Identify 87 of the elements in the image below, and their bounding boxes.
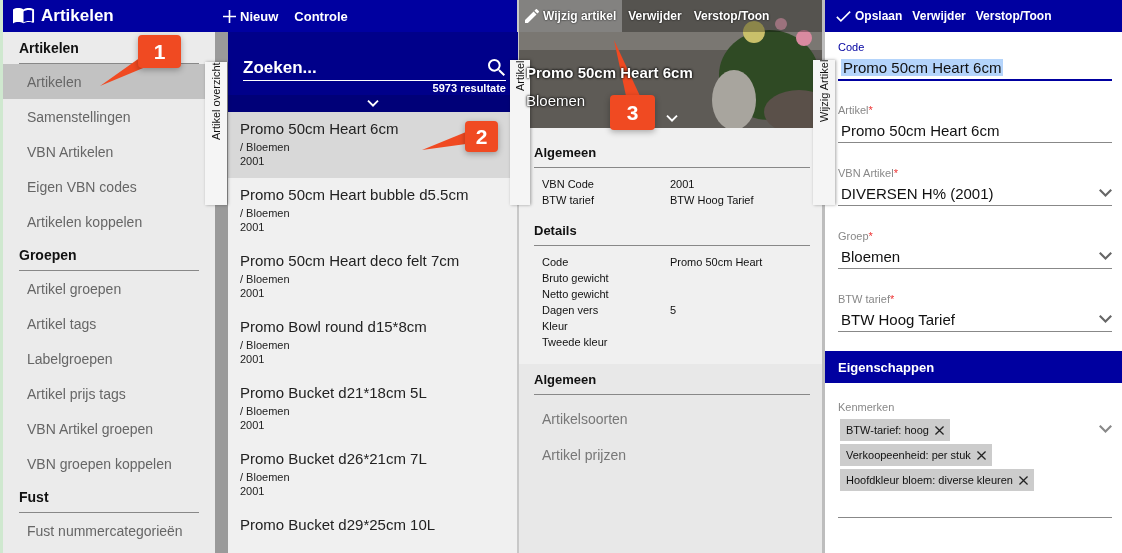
section-header: Eigenschappen	[825, 351, 1122, 383]
tag-chip[interactable]: BTW-tarief: hoog	[840, 419, 950, 441]
field-label: Kenmerken	[838, 400, 896, 414]
property-label: VBN Code	[542, 177, 595, 192]
property-value: Promo 50cm Heart	[670, 255, 764, 270]
tag-chip[interactable]: Hoofdkleur bloem: diverse kleuren	[840, 469, 1034, 491]
toolbar-button[interactable]: Wijzig artikel	[519, 0, 623, 32]
field-label: BTW tarief*	[838, 292, 896, 306]
list-item[interactable]: Promo Bucket d21*18cm 5L / Bloemen 2001	[228, 376, 510, 442]
nav-link[interactable]: Artikel prijzen	[519, 437, 822, 473]
property-label: Netto gewicht	[542, 287, 610, 302]
sidebar-item[interactable]: VBN groepen koppelen	[3, 446, 205, 481]
callout-badge: 3	[610, 95, 655, 130]
article-group: / Bloemen	[240, 272, 290, 286]
property-label: Dagen vers	[542, 303, 600, 318]
property-value: 2001	[670, 177, 696, 192]
toolbar-button[interactable]: Opslaan	[831, 9, 908, 23]
section-heading: Details	[534, 214, 810, 246]
field-label: Artikel*	[838, 103, 874, 117]
property-label: Kleur	[542, 319, 569, 334]
article-code: 2001	[240, 484, 265, 498]
sidebar-item[interactable]: Labelgroepen	[3, 341, 205, 376]
property-label: Bruto gewicht	[542, 271, 610, 286]
toolbar-button[interactable]: Controle	[294, 8, 348, 24]
list-item[interactable]: Promo Bucket d26*21cm 7L / Bloemen 2001	[228, 442, 510, 508]
toolbar-button[interactable]: Nieuw	[223, 8, 279, 24]
article-title: Promo Bucket d26*21cm 7L	[240, 450, 427, 468]
article-group: / Bloemen	[240, 338, 290, 352]
article-code: 2001	[240, 286, 265, 300]
section-heading: Algemeen	[534, 136, 810, 168]
side-tab[interactable]: Wijzig Artikel	[813, 60, 835, 205]
dropdown[interactable]: Bloemen	[838, 244, 1112, 269]
toolbar-button[interactable]: Verwijder	[907, 9, 971, 23]
article-code: 2001	[240, 154, 265, 168]
property-value: 5	[670, 303, 678, 318]
side-tab[interactable]: Artikel overzicht	[205, 62, 227, 205]
article-code: 2001	[240, 418, 265, 432]
result-count: 5973 resultate	[431, 82, 506, 94]
article-title: Promo Bucket d29*25cm 10L	[240, 516, 436, 534]
article-group: / Bloemen	[240, 470, 290, 484]
article-title: Promo Bucket d21*18cm 5L	[240, 384, 427, 402]
list-item[interactable]: Promo Bucket d29*25cm 10L	[228, 508, 510, 553]
toolbar-button[interactable]: Verstop/Toon	[970, 9, 1057, 23]
toolbar-button[interactable]: Verwijder	[622, 0, 688, 32]
property-label: Code	[542, 255, 570, 270]
field-label: Groep*	[838, 229, 874, 243]
article-code: 2001	[240, 220, 265, 234]
sidebar-item[interactable]: VBN Artikel groepen	[3, 411, 205, 446]
sidebar-item[interactable]: Artikel prijs tags	[3, 376, 205, 411]
field-label: VBN Artikel*	[838, 166, 899, 180]
tags-field[interactable]: BTW-tarief: hoog Verkoopeenheid: per stuk Hoofdkleur bloem: diverse kleuren	[838, 415, 1112, 518]
sidebar-item[interactable]: Artikelen koppelen	[3, 204, 205, 239]
article-group: / Bloemen	[240, 140, 290, 154]
input-field[interactable]: Promo 50cm Heart 6cm	[838, 118, 1112, 143]
callout-badge: 2	[465, 121, 498, 152]
list-item[interactable]: Promo 50cm Heart bubble d5.5cm / Bloemen 2001	[228, 178, 510, 244]
group-heading: Fust	[19, 481, 199, 513]
section-heading: Algemeen	[534, 364, 810, 395]
article-title: Promo Bowl round d15*8cm	[240, 318, 427, 336]
group-heading: Groepen	[19, 239, 199, 271]
article-title: Promo 50cm Heart 6cm	[240, 120, 399, 138]
property-label: BTW tarief	[542, 193, 595, 208]
list-item[interactable]: Promo 50cm Heart deco felt 7cm / Bloemen 2001	[228, 244, 510, 310]
article-group: / Bloemen	[240, 404, 290, 418]
callout-badge: 1	[138, 35, 181, 68]
app-title: Artikelen	[41, 6, 114, 26]
search-field[interactable]: Zoeken...	[243, 56, 506, 81]
property-label: Tweede kleur	[542, 335, 609, 350]
list-item[interactable]: Promo Bowl round d15*8cm / Bloemen 2001	[228, 310, 510, 376]
toolbar-button[interactable]: Verstop/Toon	[687, 0, 776, 32]
dropdown[interactable]: DIVERSEN H% (2001)	[838, 181, 1112, 206]
dropdown[interactable]: BTW Hoog Tarief	[838, 307, 1112, 332]
sidebar-item[interactable]: Artikel groepen	[3, 271, 205, 306]
article-group: / Bloemen	[240, 206, 290, 220]
article-code: 2001	[240, 352, 265, 366]
property-value: BTW Hoog Tarief	[670, 193, 755, 208]
sidebar-item[interactable]: VBN Artikelen	[3, 134, 205, 169]
sidebar-item[interactable]: Artikel tags	[3, 306, 205, 341]
input-field[interactable]: Promo 50cm Heart 6cm	[838, 55, 1112, 81]
tag-chip[interactable]: Verkoopeenheid: per stuk	[840, 444, 992, 466]
article-title: Promo 50cm Heart bubble d5.5cm	[240, 186, 469, 204]
sidebar-item[interactable]: Samenstellingen	[3, 99, 205, 134]
sidebar-item[interactable]: Eigen VBN codes	[3, 169, 205, 204]
field-label: Code	[838, 40, 866, 54]
sidebar-item[interactable]: Fust nummercategorieën	[3, 513, 205, 548]
article-title: Promo 50cm Heart deco felt 7cm	[240, 252, 460, 270]
nav-link[interactable]: Artikelsoorten	[519, 401, 822, 437]
